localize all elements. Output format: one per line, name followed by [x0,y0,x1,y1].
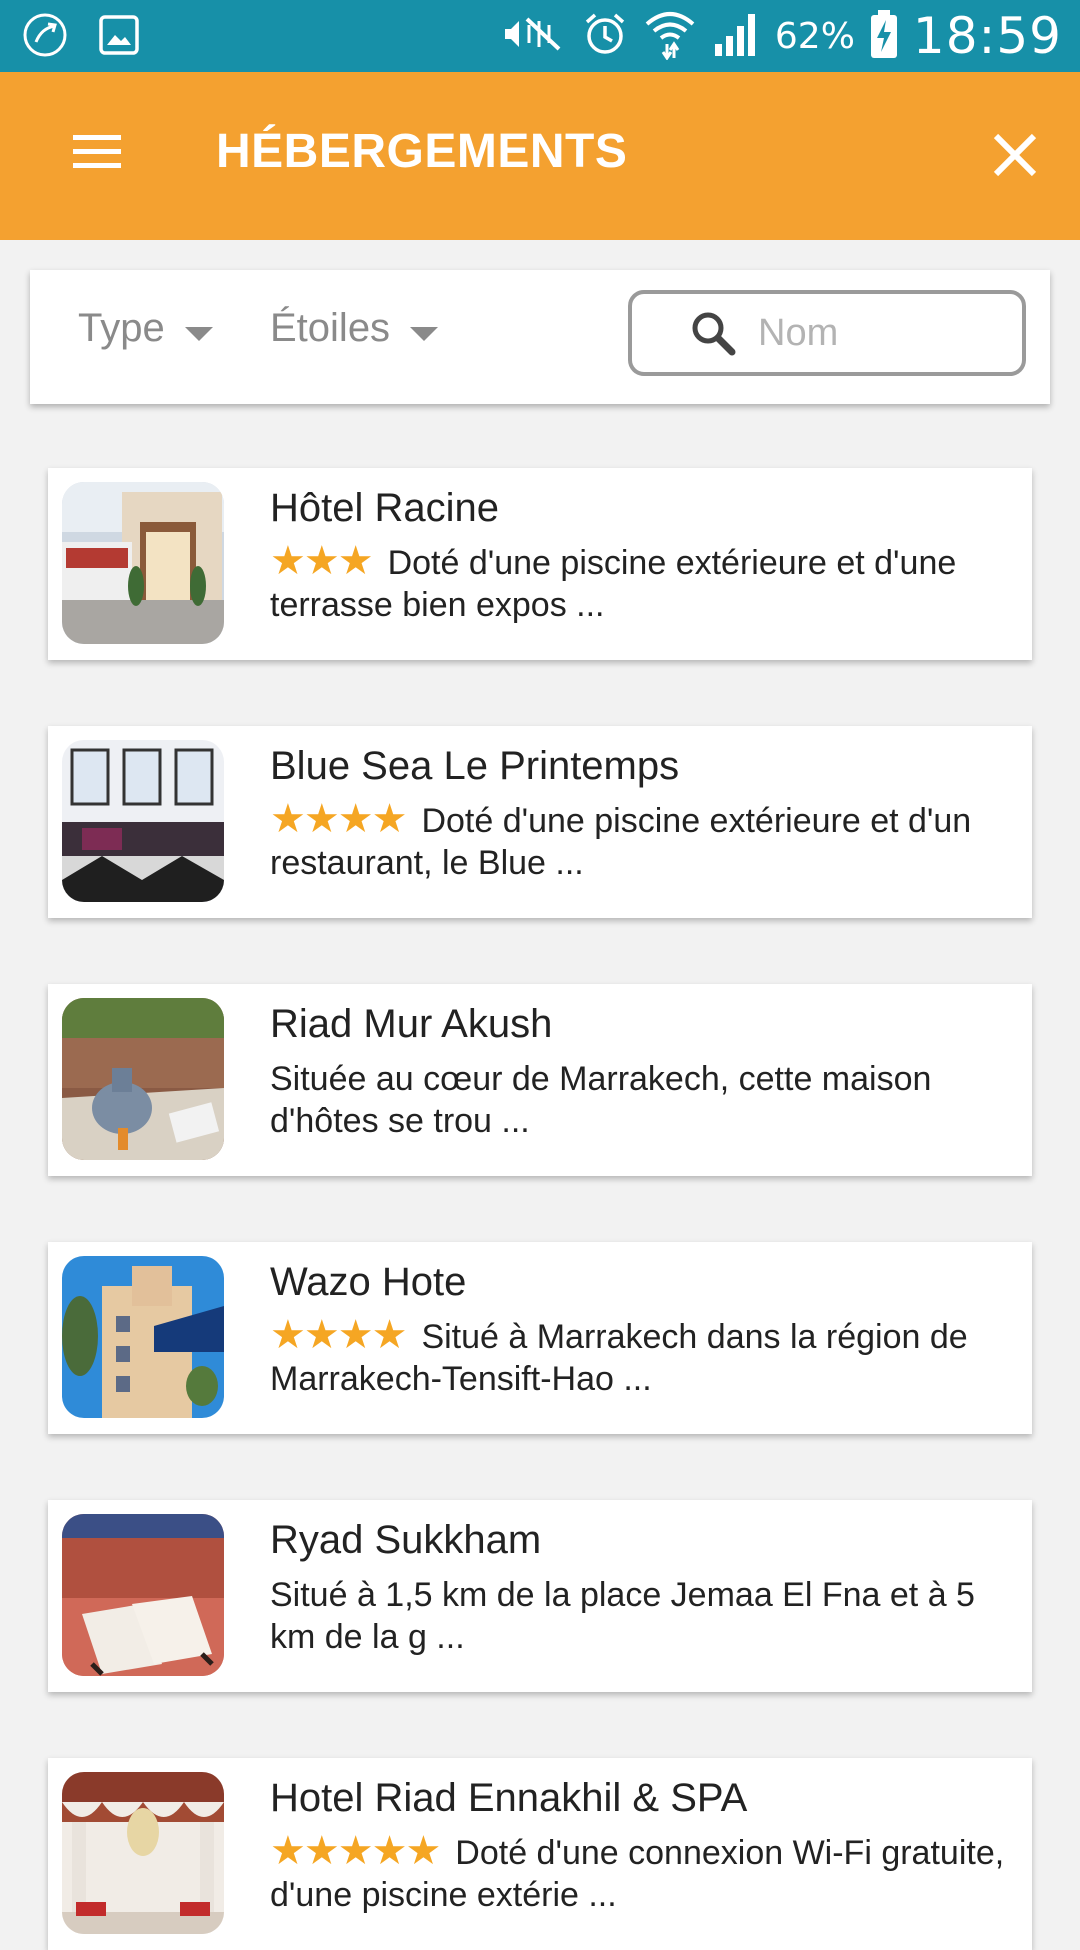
listing-title: Riad Mur Akush [270,1002,553,1046]
listing-card[interactable]: Riad Mur Akush Située au cœur de Marrake… [48,984,1032,1176]
listing-thumbnail [62,482,224,644]
listing-description: Situé à 1,5 km de la place Jemaa El Fna … [270,1572,1010,1658]
star-rating: ★★★★ [270,797,407,841]
listing-title: Hotel Riad Ennakhil & SPA [270,1776,748,1820]
image-icon [94,10,144,60]
missed-call-icon [20,10,70,60]
listing-description: ★★★ Doté d'une piscine extérieure et d'un… [270,540,1010,626]
listing-title: Wazo Hote [270,1260,467,1304]
star-rating: ★★★ [270,539,374,583]
hamburger-menu-icon [73,133,121,174]
listing-card[interactable]: Hotel Riad Ennakhil & SPA ★★★★★ Doté d'un… [48,1758,1032,1950]
listing-title: Blue Sea Le Printemps [270,744,680,788]
filter-bar: Type Étoiles [30,270,1050,404]
search-box[interactable] [628,290,1026,376]
listing-card[interactable]: Wazo Hote ★★★★ Situé à Marrakech dans la … [48,1242,1032,1434]
type-dropdown[interactable]: Type [78,306,213,351]
listing-description-text: Situé à 1,5 km de la place Jemaa El Fna … [270,1576,975,1656]
clock-time: 18:59 [912,7,1062,65]
listing-description: Située au cœur de Marrakech, cette maiso… [270,1056,1010,1142]
page-title: HÉBERGEMENTS [216,125,628,178]
star-rating: ★★★★★ [270,1829,441,1873]
signal-icon [711,10,761,63]
listing-thumbnail [62,740,224,902]
type-dropdown-label: Type [78,306,165,350]
listing-title: Ryad Sukkham [270,1518,542,1562]
wifi-icon [643,8,697,65]
mute-vibrate-icon [499,11,567,62]
listing-description: ★★★★ Situé à Marrakech dans la région de … [270,1314,1010,1400]
search-input[interactable] [756,310,1010,356]
close-button[interactable] [980,122,1050,192]
menu-button[interactable] [66,122,128,184]
close-icon [992,132,1038,183]
listing-card[interactable]: Ryad Sukkham Situé à 1,5 km de la place … [48,1500,1032,1692]
caret-down-icon [184,326,213,341]
listing-description-text: Située au cœur de Marrakech, cette maiso… [270,1060,932,1140]
listing-thumbnail [62,998,224,1160]
listing-title: Hôtel Racine [270,486,500,530]
status-bar: 62% 18:59 [0,0,1080,72]
battery-charging-icon [869,8,899,65]
listing-thumbnail [62,1514,224,1676]
listing-thumbnail [62,1772,224,1934]
star-rating: ★★★★ [270,1313,407,1357]
caret-down-icon [410,326,439,341]
listing-description-text: Doté d'une piscine extérieure et d'une t… [270,544,957,624]
alarm-icon [581,10,629,63]
listing-description: ★★★★★ Doté d'une connexion Wi-Fi gratuite… [270,1830,1010,1916]
app-bar: HÉBERGEMENTS [0,72,1080,240]
listing-thumbnail [62,1256,224,1418]
stars-dropdown-label: Étoiles [270,306,391,350]
search-icon [688,308,738,358]
battery-percent: 62% [774,15,855,57]
stars-dropdown[interactable]: Étoiles [270,306,439,351]
listing-card[interactable]: Hôtel Racine ★★★ Doté d'une piscine extér… [48,468,1032,660]
listing-card[interactable]: Blue Sea Le Printemps ★★★★ Doté d'une pis… [48,726,1032,918]
listing-description: ★★★★ Doté d'une piscine extérieure et d'u… [270,798,1010,884]
